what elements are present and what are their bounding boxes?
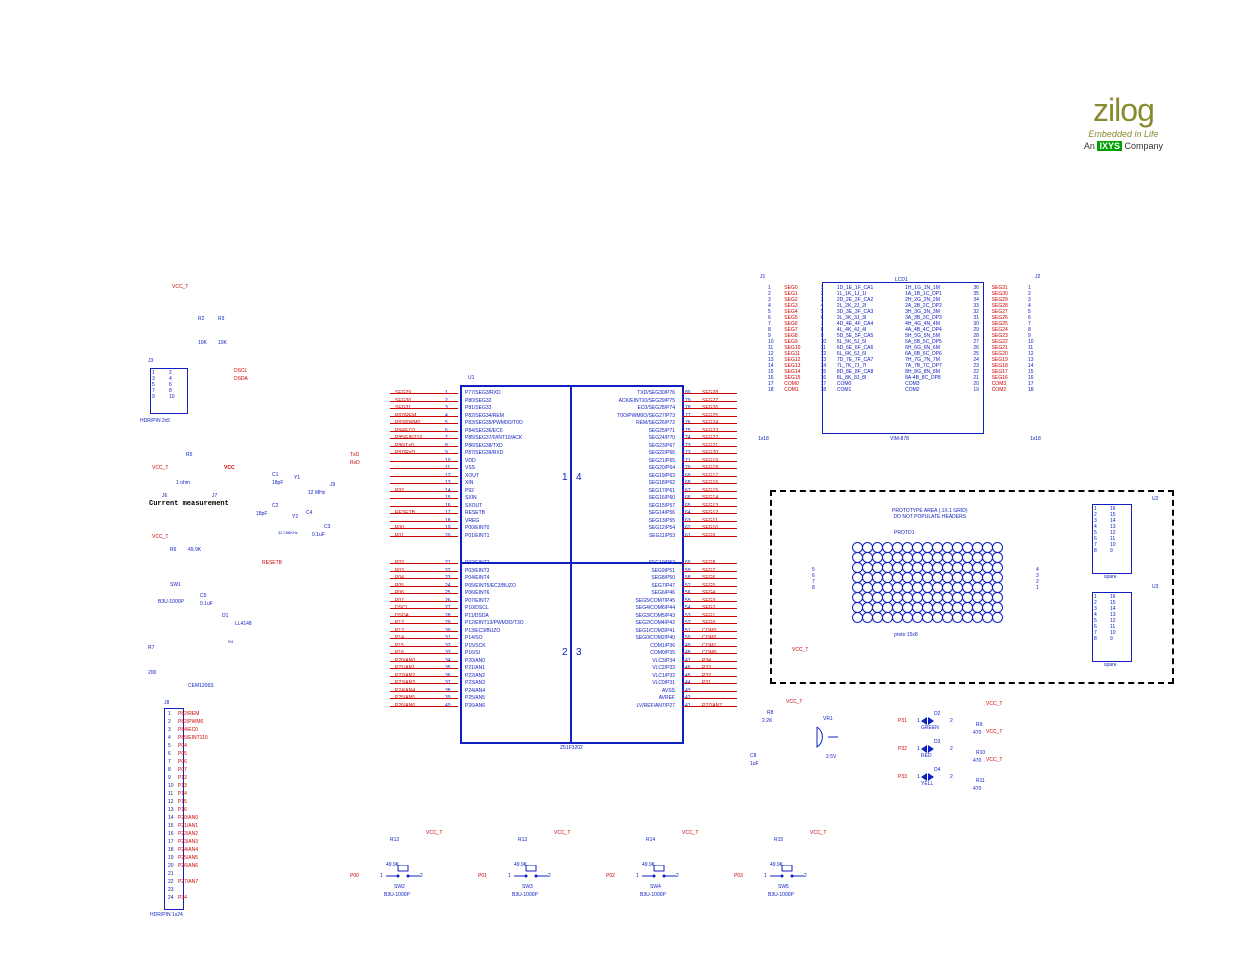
j8-part: HDR/PIN 1x24 <box>150 912 183 918</box>
j8-ref: J8 <box>164 700 169 706</box>
j1-ref: J1 <box>760 274 765 280</box>
j8-rows: 1P82/REM2P82/PWM03P84/EC04P85/EINT1105P0… <box>168 710 218 902</box>
current-meas-label: Current measurement <box>149 500 229 508</box>
proto-area: PROTOTYPE AREA (.1X.1 GRID)DO NOT POPULA… <box>770 490 1174 684</box>
mcu-part: Z51F3202 <box>560 745 583 751</box>
logo-tagline: Embedded in Life <box>1084 129 1163 139</box>
j2-ref: J2 <box>1035 274 1040 280</box>
logo-text: zilog <box>1084 92 1163 129</box>
lcd-rows: 1SEG0 11D_1E_1F_CA1 1H_1G_1N_1M36 SEG311… <box>768 285 1038 393</box>
logo-company: An IXYS Company <box>1084 141 1163 151</box>
dbg-vcct: VCC_T <box>172 284 188 290</box>
j3-ref: J3 <box>148 358 153 364</box>
j3-part: HDR/PIN 2x5 <box>140 418 170 424</box>
mcu-ref: U1 <box>468 375 474 381</box>
logo: zilog Embedded in Life An IXYS Company <box>1084 92 1163 151</box>
debug-header: 12 34 56 78 910 <box>150 368 188 414</box>
lcd-part: VIM-878 <box>890 436 909 442</box>
proto-grid <box>852 542 1002 622</box>
vref-ref <box>812 722 842 752</box>
